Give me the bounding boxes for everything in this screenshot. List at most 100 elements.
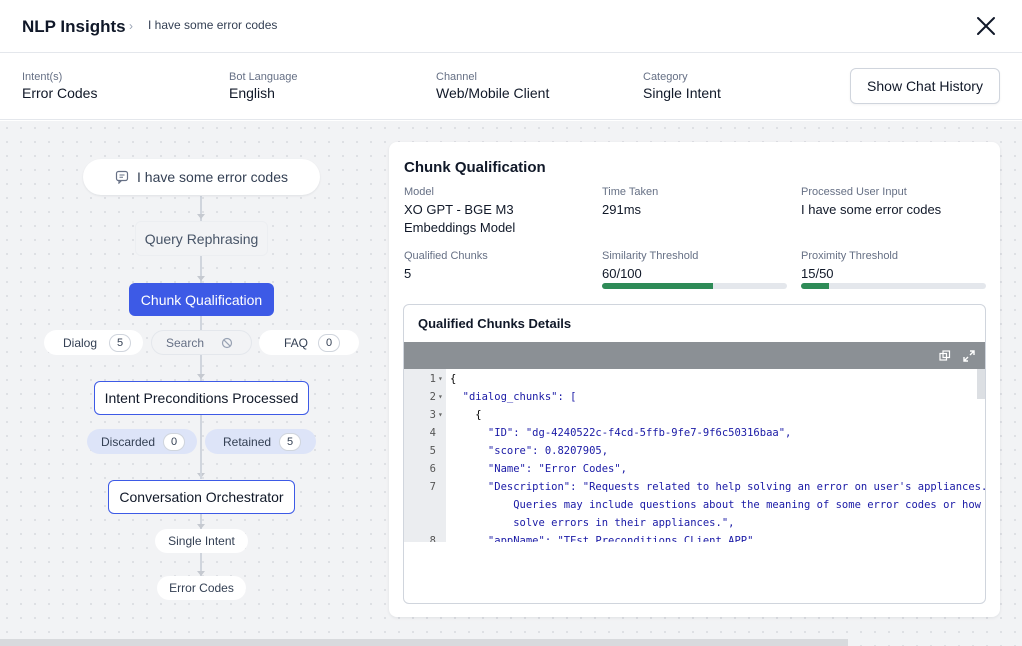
model-label: Model: [404, 186, 434, 198]
input-meta: Processed User Input I have some error c…: [801, 186, 941, 219]
similarity-value: 60/100: [602, 266, 642, 281]
code-text: Queries may include questions about the …: [450, 499, 986, 511]
info-row: Intent(s) Error Codes Bot Language Engli…: [0, 54, 1022, 120]
fold-arrow-icon[interactable]: ▾: [438, 388, 443, 406]
model-value-line2: Embeddings Model: [404, 220, 516, 235]
similarity-bar-fill: [602, 283, 713, 289]
model-meta: Model XO GPT - BGE M3 Embeddings Model: [404, 186, 515, 237]
dialog-label: Dialog: [63, 335, 98, 350]
code-line: Queries may include questions about the …: [404, 496, 986, 514]
discarded-pill[interactable]: Discarded 0: [87, 429, 197, 454]
language-value: English: [229, 85, 275, 101]
search-pill[interactable]: Search: [151, 330, 252, 355]
code-text: solve errors in their appliances.",: [450, 517, 735, 529]
single-intent-node[interactable]: Single Intent: [155, 529, 248, 553]
user-input-node[interactable]: I have some error codes: [83, 159, 320, 195]
search-label: Search: [166, 335, 205, 350]
connector-arrow: [197, 374, 205, 379]
faq-label: FAQ: [284, 335, 309, 350]
fold-arrow-icon[interactable]: ▾: [438, 370, 443, 388]
retained-count: 5: [279, 432, 302, 451]
close-icon[interactable]: [974, 14, 998, 38]
time-label: Time Taken: [602, 186, 659, 198]
proximity-bar: [801, 283, 986, 289]
breadcrumb: I have some error codes: [148, 18, 278, 32]
code-text: "appName": "TEst Preconditions CLient AP…: [450, 535, 760, 542]
qualified-label: Qualified Chunks: [404, 250, 488, 262]
line-number: 7: [429, 481, 436, 493]
connector-arrow: [197, 214, 205, 219]
qualified-meta: Qualified Chunks 5: [404, 250, 488, 283]
similarity-meta: Similarity Threshold 60/100: [602, 250, 698, 283]
code-line: 4 "ID": "dg-4240522c-f4cd-5ffb-9fe7-9f6c…: [404, 424, 985, 442]
line-number: 8: [429, 535, 436, 542]
query-rephrasing-label: Query Rephrasing: [144, 230, 259, 247]
discarded-label: Discarded: [101, 434, 156, 449]
code-line: 1 ▾ {: [404, 370, 985, 388]
proximity-label: Proximity Threshold: [801, 250, 898, 262]
retained-pill[interactable]: Retained 5: [205, 429, 316, 454]
error-codes-node[interactable]: Error Codes: [157, 576, 246, 600]
code-line: 8 "appName": "TEst Preconditions CLient …: [404, 532, 985, 542]
code-viewer[interactable]: 1 ▾{2 ▾ "dialog_chunks": [3 ▾ {4 "ID": "dg-…: [404, 369, 986, 542]
connector: [200, 454, 202, 479]
category-label: Category: [643, 71, 688, 83]
connector-arrow: [197, 276, 205, 281]
input-value: I have some error codes: [801, 202, 942, 217]
retained-label: Retained: [223, 434, 272, 449]
channel-label: Channel: [436, 71, 477, 83]
single-intent-label: Single Intent: [168, 534, 235, 548]
copy-icon[interactable]: [939, 349, 951, 361]
code-text: {: [450, 409, 482, 421]
show-chat-history-button[interactable]: Show Chat History: [850, 68, 1000, 104]
model-value-line1: XO GPT - BGE M3: [404, 202, 514, 217]
code-text: "Description": "Requests related to help…: [450, 481, 986, 493]
horizontal-scrollbar[interactable]: [0, 639, 848, 646]
line-number: 4: [429, 427, 436, 439]
time-value: 291ms: [602, 202, 642, 217]
chunk-qualification-card: Chunk Qualification Model XO GPT - BGE M…: [389, 142, 1000, 617]
intent-value: Error Codes: [22, 85, 98, 101]
chat-icon: [115, 170, 129, 184]
dialog-pill[interactable]: Dialog 5: [44, 330, 143, 355]
disabled-icon: [214, 333, 241, 352]
proximity-value: 15/50: [801, 266, 834, 281]
faq-count: 0: [318, 333, 341, 352]
channel-info: Channel Web/Mobile Client: [436, 71, 549, 101]
dialog-count: 5: [109, 333, 132, 352]
proximity-meta: Proximity Threshold 15/50: [801, 250, 898, 283]
page-title: NLP Insights: [22, 17, 126, 36]
code-line: 2 ▾ "dialog_chunks": [: [404, 388, 985, 406]
main-area: I have some error codes Query Rephrasing…: [0, 121, 1022, 646]
channel-value: Web/Mobile Client: [436, 85, 550, 101]
expand-icon[interactable]: [963, 349, 975, 362]
code-text: "Name": "Error Codes",: [450, 463, 628, 475]
chunk-qualification-node[interactable]: Chunk Qualification: [129, 283, 274, 316]
similarity-label: Similarity Threshold: [602, 250, 699, 262]
faq-pill[interactable]: FAQ 0: [259, 330, 359, 355]
intent-preconditions-node[interactable]: Intent Preconditions Processed: [94, 381, 309, 415]
intent-preconditions-label: Intent Preconditions Processed: [104, 390, 299, 406]
details-title: Qualified Chunks Details: [418, 316, 572, 331]
chunk-qualification-label: Chunk Qualification: [140, 291, 263, 308]
header: NLP Insights › I have some error codes: [0, 0, 1022, 53]
language-label: Bot Language: [229, 71, 298, 83]
conversation-orchestrator-node[interactable]: Conversation Orchestrator: [108, 480, 295, 514]
fold-arrow-icon[interactable]: ▾: [438, 406, 443, 424]
code-line: 5 "score": 0.8207905,: [404, 442, 985, 460]
line-number: 1: [429, 373, 436, 385]
code-line: 3 ▾ {: [404, 406, 985, 424]
category-value: Single Intent: [643, 85, 721, 101]
code-line: 6 "Name": "Error Codes",: [404, 460, 985, 478]
line-number: 6: [429, 463, 436, 475]
code-text: "score": 0.8207905,: [450, 445, 609, 457]
similarity-bar: [602, 283, 787, 289]
code-line: 7 "Description": "Requests related to he…: [404, 478, 986, 496]
code-line: solve errors in their appliances.",: [404, 514, 985, 532]
code-text: "dialog_chunks": [: [450, 391, 577, 403]
proximity-bar-fill: [801, 283, 829, 289]
qualified-chunks-details: Qualified Chunks Details 1 ▾{2 ▾ "dialog_c…: [403, 304, 986, 604]
line-number: 2: [429, 391, 436, 403]
language-info: Bot Language English: [229, 71, 298, 101]
query-rephrasing-node[interactable]: Query Rephrasing: [135, 221, 268, 256]
